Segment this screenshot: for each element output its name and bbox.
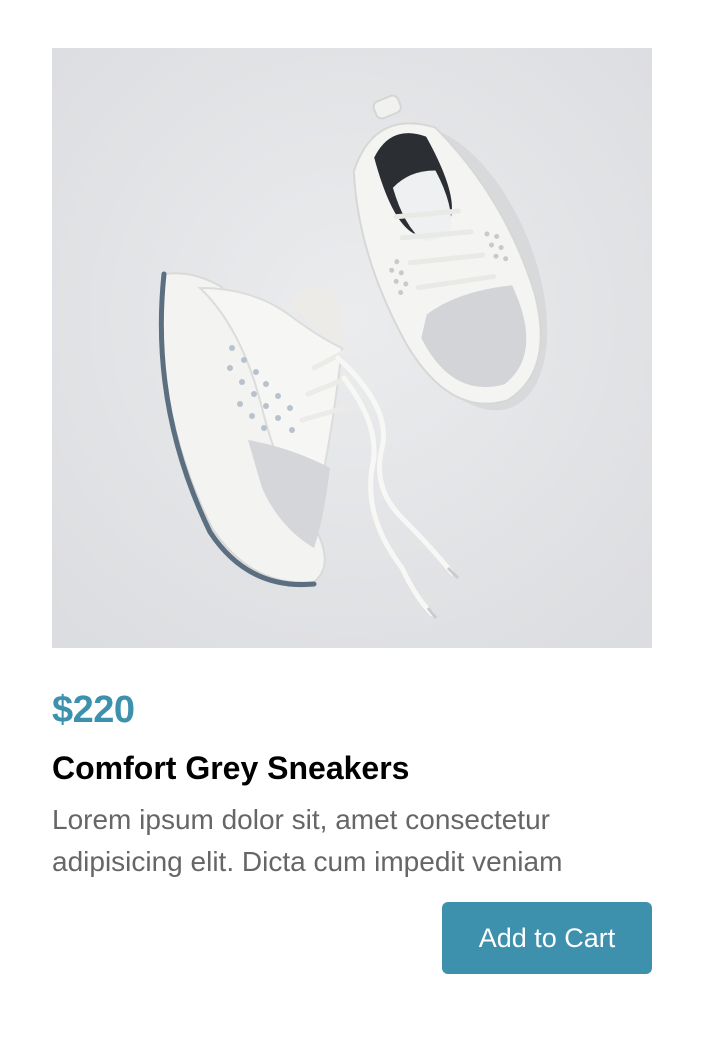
product-title: Comfort Grey Sneakers [52,750,410,786]
card-actions: Add to Cart [52,902,652,974]
sneakers-illustration [52,48,652,648]
product-price: $220 [52,689,135,731]
product-description: Lorem ipsum dolor sit, amet consectetur … [52,804,563,877]
add-to-cart-button[interactable]: Add to Cart [442,902,652,974]
product-card: $220 Comfort Grey Sneakers Lorem ipsum d… [52,48,652,974]
product-image [52,48,652,648]
